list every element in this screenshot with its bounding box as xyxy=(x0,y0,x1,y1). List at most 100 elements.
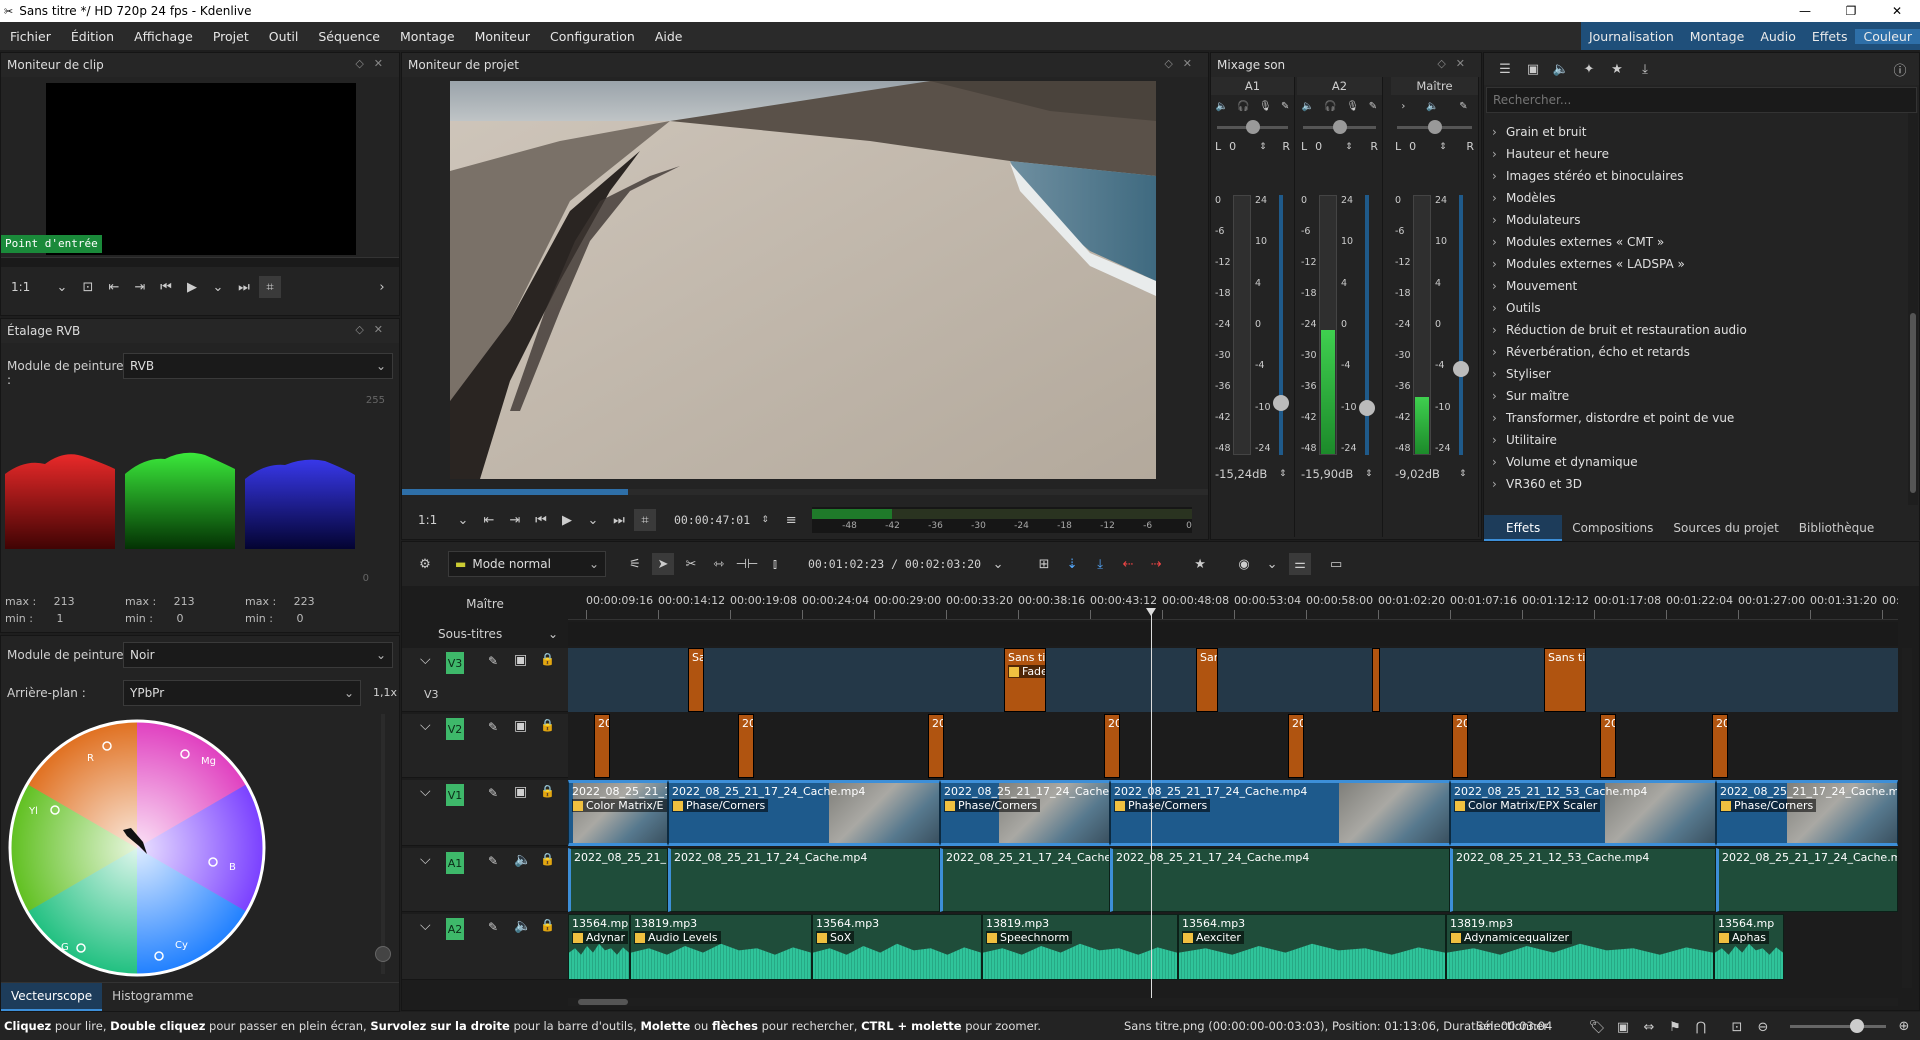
lock-icon[interactable]: 🔒 xyxy=(540,718,555,732)
chevron-down-icon[interactable]: ⌵ xyxy=(420,852,431,868)
magnet-icon[interactable]: ⋂ xyxy=(1690,1016,1712,1038)
custom-effects-icon[interactable]: ✦ xyxy=(1578,58,1600,80)
audio-clip[interactable]: 13564.mp3 SoX xyxy=(812,914,982,980)
image-clip[interactable]: 20 xyxy=(738,714,754,778)
select-tool-icon[interactable]: ➤ xyxy=(652,553,674,575)
zoom-slider[interactable] xyxy=(1790,1019,1886,1033)
close-window-button[interactable]: ✕ xyxy=(1874,0,1920,22)
info-icon[interactable]: ⓘ xyxy=(1889,58,1911,80)
workspace-effects[interactable]: Effets xyxy=(1804,29,1856,44)
chevron-down-icon[interactable]: ⌄ xyxy=(51,276,73,298)
track-header-v1[interactable]: ⌵ V1 ✎ ▣ 🔒 xyxy=(402,780,568,846)
favorite-icon[interactable]: ★ xyxy=(1606,58,1628,80)
track-effects-icon[interactable]: ✎ xyxy=(488,720,498,734)
volume-fader-handle[interactable] xyxy=(1453,361,1469,377)
effect-category[interactable]: › Outils xyxy=(1484,297,1904,319)
track-header-v3[interactable]: ⌵ V3 ✎ ▣ 🔒 V3 xyxy=(402,648,568,712)
video-clip[interactable]: 2022_08_25_21_17_24_Cache.mp4 Phase/Corne… xyxy=(1716,780,1898,846)
timeline-position[interactable]: 00:01:02:23 / 00:02:03:20 xyxy=(808,557,981,571)
favorite-icon[interactable]: ★ xyxy=(1189,553,1211,575)
audio-clip[interactable]: 13564.mp3 Adynar xyxy=(568,914,630,980)
wand-icon[interactable]: ✎ xyxy=(1281,101,1289,112)
chevron-down-icon[interactable]: ⌄ xyxy=(582,509,604,531)
track-badge[interactable]: V2 xyxy=(446,718,464,740)
audio-clip[interactable]: 13819.mp3 Speechnorm xyxy=(982,914,1178,980)
effect-category[interactable]: › Modules externes « LADSPA » xyxy=(1484,253,1904,275)
forward-icon[interactable]: ⏭ xyxy=(608,509,630,531)
title-clip[interactable]: Sans xyxy=(1196,648,1218,712)
wand-icon[interactable]: ✎ xyxy=(1369,101,1377,112)
video-effects-icon[interactable]: ▣ xyxy=(1522,58,1544,80)
image-clip[interactable]: 20 xyxy=(1104,714,1120,778)
menu-view[interactable]: Affichage xyxy=(124,29,203,44)
effects-scrollbar[interactable] xyxy=(1908,113,1918,505)
track-badge[interactable]: V3 xyxy=(446,652,464,674)
mic-icon[interactable]: 🎙 xyxy=(1259,101,1272,112)
effect-category[interactable]: › Modules externes « CMT » xyxy=(1484,231,1904,253)
audio-clip[interactable]: 2022_08_25_21_12 xyxy=(568,848,668,912)
channel-db-value[interactable]: -15,90dB xyxy=(1301,467,1361,481)
tab-compositions[interactable]: Compositions xyxy=(1562,515,1663,541)
chevron-down-icon[interactable]: ⌄ xyxy=(207,276,229,298)
track-badge[interactable]: V1 xyxy=(446,784,464,806)
workspace-editing[interactable]: Montage xyxy=(1682,29,1753,44)
subtitle-track[interactable] xyxy=(568,622,1898,646)
audio-clip[interactable]: 13819.mp3 Adynamicequalizer xyxy=(1446,914,1714,980)
headphones-icon[interactable]: 🎧 xyxy=(1324,101,1336,112)
spin-arrows-icon[interactable]: ⇕ xyxy=(1279,469,1287,479)
record-icon[interactable]: ◉ xyxy=(1233,553,1255,575)
paint-mode-select[interactable]: RVB ⌄ xyxy=(123,353,393,379)
slip-tool-icon[interactable]: ⇿ xyxy=(708,553,730,575)
razor-tool-icon[interactable]: ✂ xyxy=(680,553,702,575)
project-progress-track[interactable] xyxy=(402,489,1208,495)
title-clip[interactable]: Sans titrFade xyxy=(1004,648,1046,712)
menu-configuration[interactable]: Configuration xyxy=(540,29,645,44)
menu-edit[interactable]: Édition xyxy=(61,29,124,44)
effect-category[interactable]: › Mouvement xyxy=(1484,275,1904,297)
audio-clip[interactable]: 13564.mp Aphas xyxy=(1714,914,1784,980)
crop-icon[interactable]: ⌗ xyxy=(259,276,281,298)
effect-category[interactable]: › Modèles xyxy=(1484,187,1904,209)
track-effects-icon[interactable]: ✎ xyxy=(488,786,498,800)
effects-search-input[interactable] xyxy=(1493,93,1893,107)
spin-arrows-icon[interactable]: ⇕ xyxy=(1439,142,1447,152)
menu-file[interactable]: Fichier xyxy=(0,29,61,44)
ripple-tool-icon[interactable]: ⊣⊢ xyxy=(736,553,759,575)
menu-sequence[interactable]: Séquence xyxy=(308,29,390,44)
lock-icon[interactable]: 🔒 xyxy=(540,652,555,666)
title-clip[interactable]: Sans titr xyxy=(1544,648,1586,712)
audio-clip[interactable]: 2022_08_25_21_17_24_Cache.mp4 xyxy=(1716,848,1898,912)
vector-paint-mode-select[interactable]: Noir ⌄ xyxy=(123,642,393,668)
effect-category[interactable]: › Transformer, distordre et point de vue xyxy=(1484,407,1904,429)
rewind-icon[interactable]: ⏮ xyxy=(530,509,552,531)
track-header-a2[interactable]: ⌵ A2 ✎ 🔈 🔒 xyxy=(402,914,568,980)
effect-category[interactable]: › Sur maître xyxy=(1484,385,1904,407)
track-lane[interactable]: 13564.mp3 Adynar 13819.mp3 Audio Levels 1356… xyxy=(568,914,1898,980)
zoom-fit-icon[interactable]: ⊡ xyxy=(1726,1016,1748,1038)
audio-clip[interactable]: 2022_08_25_21_17_24_Cache.mp4 xyxy=(668,848,940,912)
workspace-logging[interactable]: Journalisation xyxy=(1581,29,1682,44)
audio-clip[interactable]: 13564.mp3 Aexciter xyxy=(1178,914,1446,980)
track-badge[interactable]: A1 xyxy=(446,852,464,874)
workspace-color[interactable]: Couleur xyxy=(1855,28,1920,44)
title-clip[interactable]: Sa xyxy=(688,648,704,712)
clip-zoom-select[interactable]: 1:1 xyxy=(11,280,47,294)
play-icon[interactable]: ▶ xyxy=(556,509,578,531)
track-lane[interactable]: 2022_08_25_21_12 Color Matrix/E 2022_08_25… xyxy=(568,780,1898,846)
pan-slider[interactable] xyxy=(1217,120,1288,134)
track-effects-icon[interactable]: ✎ xyxy=(488,654,498,668)
lock-icon[interactable]: 🔒 xyxy=(540,918,555,932)
overwrite-icon[interactable]: ⤓ xyxy=(1089,553,1111,575)
headphones-icon[interactable]: 🎧 xyxy=(1237,101,1249,112)
channel-db-value[interactable]: -15,24dB xyxy=(1215,467,1275,481)
playhead[interactable] xyxy=(1151,610,1152,1000)
spin-arrows-icon[interactable]: ⇕ xyxy=(1365,469,1373,479)
edit-mode-select[interactable]: ▬ Mode normal ⌄ xyxy=(448,551,606,577)
timeline-hscroll[interactable] xyxy=(568,998,1898,1006)
volume-fader[interactable] xyxy=(1453,195,1469,455)
track-header-a1[interactable]: ⌵ A1 ✎ 🔈 🔒 xyxy=(402,848,568,912)
zoom-out-icon[interactable]: ⊖ xyxy=(1752,1016,1774,1038)
audio-clip[interactable]: 2022_08_25_21_17_24_Cache.mp4 xyxy=(1110,848,1450,912)
channel-db-value[interactable]: -9,02dB xyxy=(1395,467,1455,481)
effect-category[interactable]: › VR360 et 3D xyxy=(1484,473,1904,495)
